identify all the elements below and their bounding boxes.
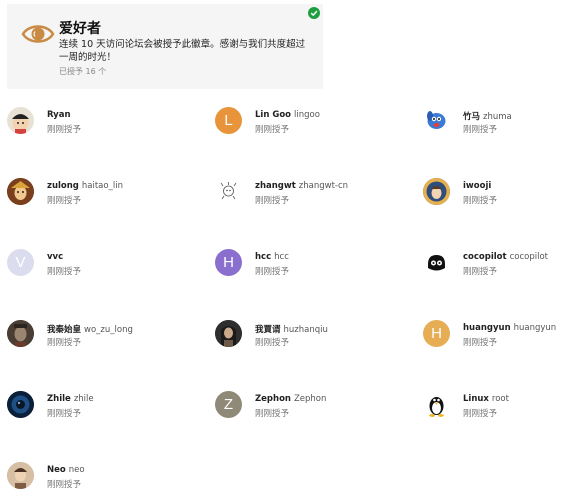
cartoon-boy-avatar[interactable] [7,107,34,134]
user-handle: zhangwt-cn [298,181,349,191]
granted-time: 刚刚授予 [255,125,290,135]
granted-time: 刚刚授予 [463,267,498,277]
granted-time: 刚刚授予 [463,196,498,206]
user-item[interactable]: zhangwt zhangwt-cn 刚刚授予 [215,178,415,212]
letter-avatar[interactable]: H [423,320,450,347]
user-display-name[interactable]: Zephon [255,394,291,404]
letter-avatar[interactable]: H [215,249,242,276]
user-item[interactable]: 我賈谞 huzhanqiu 刚刚授予 [215,320,415,354]
user-display-name[interactable]: hcc [255,252,271,262]
user-handle: neo [68,465,85,475]
letter-avatar[interactable]: Z [215,391,242,418]
granted-time: 刚刚授予 [47,267,82,277]
check-circle-icon [308,7,320,19]
badge-description: 连续 10 天访问论坛会被授予此徽章。感谢与我们共度超过一周的时光！ [59,39,306,63]
granted-time: 刚刚授予 [463,125,498,135]
user-display-name[interactable]: iwooji [463,181,491,191]
letter-avatar[interactable]: L [215,107,242,134]
user-item[interactable]: Neo neo 刚刚授予 [7,462,207,496]
user-display-name[interactable]: 我賈谞 [255,325,281,335]
user-handle: huangyun [513,323,557,333]
user-item[interactable]: Linux root 刚刚授予 [423,391,578,425]
user-handle: zhile [73,394,94,404]
user-item[interactable]: V vvc 刚刚授予 [7,249,207,283]
user-item[interactable]: Zhile zhile 刚刚授予 [7,391,207,425]
user-handle: huzhanqiu [283,325,328,335]
warrior-avatar[interactable] [215,320,242,347]
granted-count: 已授予 16 个 [59,67,107,76]
dark-blue-avatar[interactable] [7,391,34,418]
granted-time: 刚刚授予 [255,338,290,348]
user-handle: zhuma [483,112,512,122]
granted-time: 刚刚授予 [463,338,498,348]
anime-avatar[interactable] [423,178,450,205]
sketch-avatar[interactable] [215,178,242,205]
tux-avatar[interactable] [423,391,450,418]
user-display-name[interactable]: huangyun [463,323,511,333]
user-item[interactable]: H huangyun huangyun 刚刚授予 [423,320,578,354]
user-item[interactable]: L Lin Goo lingoo 刚刚授予 [215,107,415,141]
user-item[interactable]: Ryan 刚刚授予 [7,107,207,141]
copilot-avatar[interactable] [423,249,450,276]
user-display-name[interactable]: Lin Goo [255,110,291,120]
user-handle: lingoo [294,110,320,120]
user-item[interactable]: 竹马 zhuma 刚刚授予 [423,107,578,141]
blue-dog-avatar[interactable] [423,107,450,134]
user-display-name[interactable]: Neo [47,465,66,475]
letter-avatar[interactable]: V [7,249,34,276]
user-item[interactable]: H hcc hcc 刚刚授予 [215,249,415,283]
badge-title: 爱好者 [59,21,101,37]
user-item[interactable]: 我秦始皇 wo_zu_long 刚刚授予 [7,320,207,354]
granted-time: 刚刚授予 [255,267,290,277]
granted-time: 刚刚授予 [47,480,82,490]
user-display-name[interactable]: vvc [47,252,63,262]
user-handle: hcc [274,252,289,262]
user-item[interactable]: iwooji 刚刚授予 [423,178,578,212]
user-handle: cocopilot [509,252,548,262]
user-handle: root [491,394,509,404]
user-item[interactable]: cocopilot cocopilot 刚刚授予 [423,249,578,283]
user-handle: wo_zu_long [84,325,133,335]
user-handle: haitao_lin [81,181,123,191]
granted-time: 刚刚授予 [255,409,290,419]
user-display-name[interactable]: Ryan [47,110,71,120]
granted-time: 刚刚授予 [47,196,82,206]
granted-time: 刚刚授予 [463,409,498,419]
user-display-name[interactable]: cocopilot [463,252,507,262]
eye-icon [21,25,55,43]
granted-time: 刚刚授予 [47,409,82,419]
user-handle: Zephon [293,394,327,404]
user-display-name[interactable]: Linux [463,394,489,404]
granted-time: 刚刚授予 [47,338,82,348]
user-item[interactable]: Z Zephon Zephon 刚刚授予 [215,391,415,425]
granted-time: 刚刚授予 [255,196,290,206]
user-display-name[interactable]: 竹马 [463,112,480,122]
user-display-name[interactable]: zhangwt [255,181,296,191]
granted-time: 刚刚授予 [47,125,82,135]
user-display-name[interactable]: 我秦始皇 [47,325,81,335]
ornate-face-avatar[interactable] [7,178,34,205]
statue-avatar[interactable] [7,320,34,347]
user-display-name[interactable]: Zhile [47,394,71,404]
portrait-avatar[interactable] [7,462,34,489]
user-item[interactable]: zulong haitao_lin 刚刚授予 [7,178,207,212]
user-display-name[interactable]: zulong [47,181,79,191]
badge-card: 爱好者 连续 10 天访问论坛会被授予此徽章。感谢与我们共度超过一周的时光！ 已… [7,4,323,89]
